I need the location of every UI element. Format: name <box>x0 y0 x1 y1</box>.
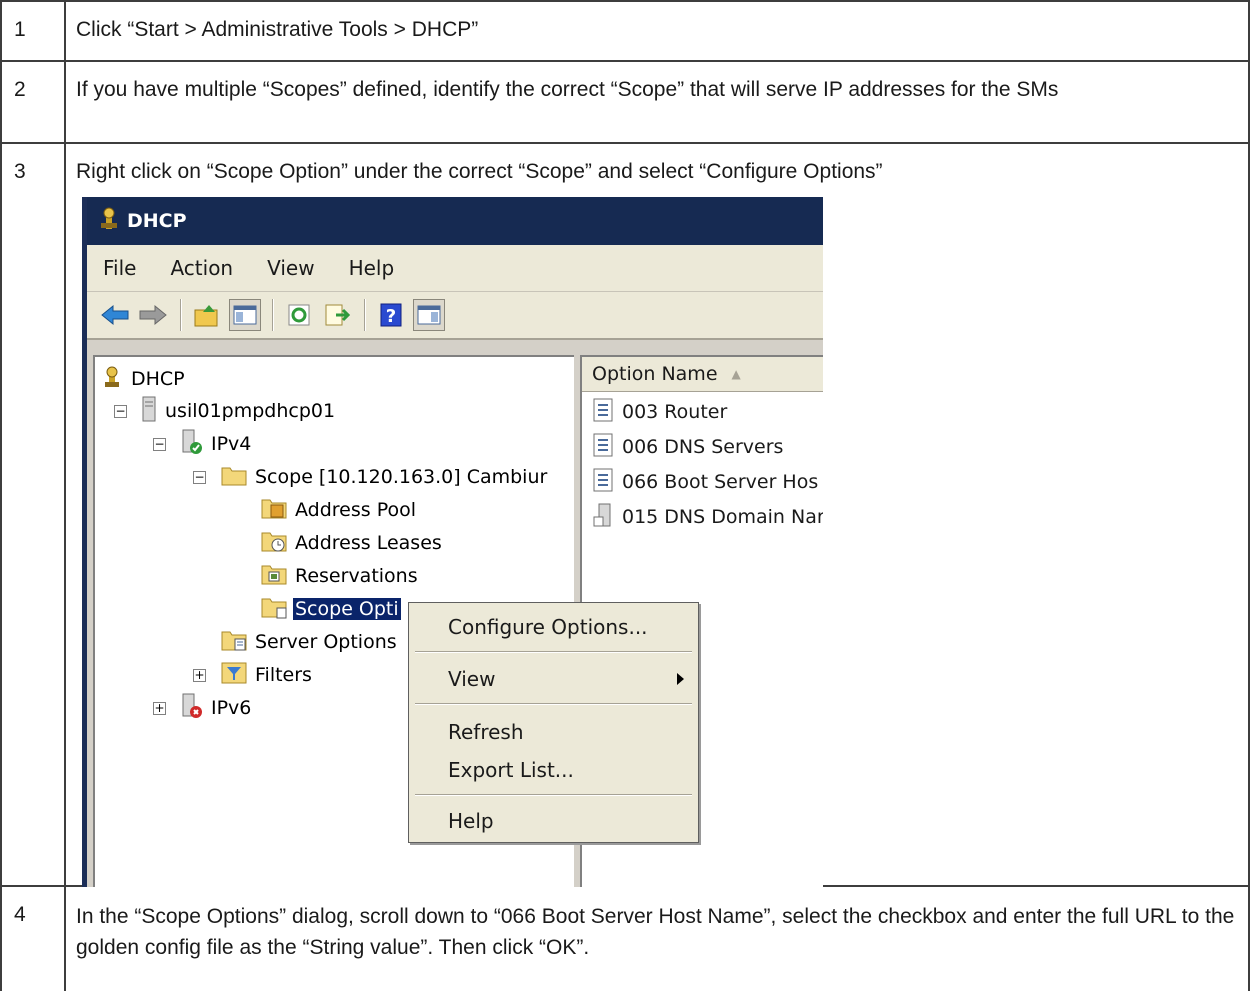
server-icon <box>141 396 157 427</box>
toolbar-separator <box>180 299 182 331</box>
up-folder-icon[interactable] <box>191 299 223 331</box>
step-number: 3 <box>0 142 66 887</box>
step-text: If you have multiple “Scopes” defined, i… <box>64 60 1250 144</box>
address-pool-icon <box>261 496 287 525</box>
menu-separator <box>415 703 692 705</box>
window-title: DHCP <box>127 210 187 232</box>
scope-options-icon <box>261 595 287 624</box>
submenu-arrow-icon <box>677 673 684 685</box>
menu-action[interactable]: Action <box>170 256 233 280</box>
toolbar: ? <box>87 292 823 340</box>
toolbar-separator <box>364 299 366 331</box>
step-text: Click “Start > Administrative Tools > DH… <box>64 0 1250 62</box>
sort-ascending-icon: ▲ <box>731 367 741 381</box>
svg-text:?: ? <box>386 306 396 327</box>
step-row: 4 In the “Scope Options” dialog, scroll … <box>0 885 1250 991</box>
step-number: 2 <box>0 60 66 144</box>
filters-icon <box>221 661 247 690</box>
title-bar: DHCP <box>87 197 823 245</box>
tree-node-server[interactable]: usil01pmpdhcp01 <box>141 395 337 427</box>
tree-node-address-leases[interactable]: Address Leases <box>261 527 444 559</box>
list-item[interactable]: 003 Router <box>592 396 727 428</box>
list-item[interactable]: 015 DNS Domain Nar <box>592 501 823 533</box>
tree-node-filters[interactable]: Filters <box>221 659 314 691</box>
option-icon <box>592 398 614 427</box>
menu-bar: File Action View Help <box>87 245 823 292</box>
menu-help[interactable]: Help <box>349 256 395 280</box>
collapse-toggle[interactable]: − <box>193 471 206 484</box>
menu-item-refresh[interactable]: Refresh <box>411 716 696 748</box>
menu-item-help[interactable]: Help <box>411 805 696 837</box>
step-number: 4 <box>0 885 66 991</box>
list-item[interactable]: 006 DNS Servers <box>592 431 783 463</box>
menu-file[interactable]: File <box>103 256 136 280</box>
expand-toggle[interactable]: + <box>153 702 166 715</box>
dhcp-app-icon <box>97 207 121 236</box>
tree-node-ipv4[interactable]: IPv4 <box>181 428 253 460</box>
tree-node-scope-options[interactable]: Scope Opti <box>261 593 401 625</box>
expand-toggle[interactable]: + <box>193 669 206 682</box>
folder-icon <box>221 464 247 491</box>
dhcp-root-icon <box>101 365 123 394</box>
tree-node-scope[interactable]: Scope [10.120.163.0] Cambiur <box>221 461 549 493</box>
reservations-icon <box>261 562 287 591</box>
address-leases-icon <box>261 529 287 558</box>
action-pane-icon[interactable] <box>413 299 445 331</box>
menu-separator <box>415 794 692 796</box>
refresh-icon[interactable] <box>283 299 315 331</box>
tree-node-server-options[interactable]: Server Options <box>221 626 399 658</box>
toolbar-separator <box>272 299 274 331</box>
tree-node-address-pool[interactable]: Address Pool <box>261 494 418 526</box>
option-icon <box>592 468 614 497</box>
step-row: 2 If you have multiple “Scopes” defined,… <box>0 60 1250 144</box>
menu-item-view[interactable]: View <box>411 663 696 695</box>
menu-view[interactable]: View <box>267 256 314 280</box>
show-hide-tree-icon[interactable] <box>229 299 261 331</box>
export-list-icon[interactable] <box>321 299 353 331</box>
collapse-toggle[interactable]: − <box>153 438 166 451</box>
server-options-icon <box>221 628 247 657</box>
menu-item-configure-options[interactable]: Configure Options... <box>411 611 696 643</box>
column-header-option-name[interactable]: Option Name ▲ <box>582 357 823 392</box>
back-arrow-icon[interactable] <box>99 299 131 331</box>
collapse-toggle[interactable]: − <box>114 405 127 418</box>
menu-separator <box>415 651 692 653</box>
menu-item-export-list[interactable]: Export List... <box>411 754 696 786</box>
tree-node-reservations[interactable]: Reservations <box>261 560 420 592</box>
step-text: In the “Scope Options” dialog, scroll do… <box>64 885 1250 991</box>
tree-node-dhcp[interactable]: DHCP <box>101 363 187 395</box>
help-icon[interactable]: ? <box>375 299 407 331</box>
option-icon <box>592 433 614 462</box>
ipv4-icon <box>181 429 203 460</box>
step-number: 1 <box>0 0 66 62</box>
step-row: 1 Click “Start > Administrative Tools > … <box>0 0 1250 62</box>
server-option-icon <box>592 503 614 532</box>
ipv6-icon <box>181 693 203 724</box>
list-item[interactable]: 066 Boot Server Hos <box>592 466 818 498</box>
tree-node-ipv6[interactable]: IPv6 <box>181 692 253 724</box>
forward-arrow-icon[interactable] <box>137 299 169 331</box>
context-menu: Configure Options... View Refresh Export… <box>408 602 699 843</box>
